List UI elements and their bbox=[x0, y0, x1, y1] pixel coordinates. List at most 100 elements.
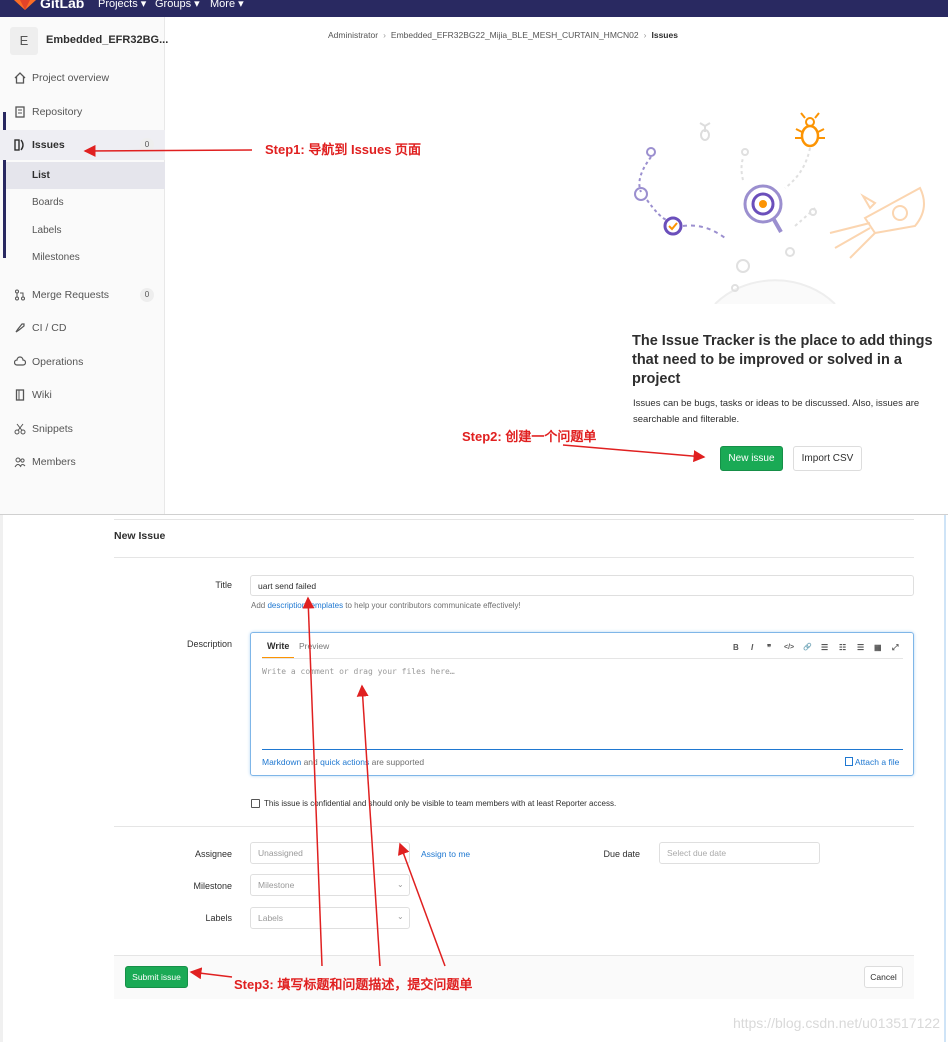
assign-to-me-label: Assign to me bbox=[421, 849, 471, 859]
cancel-button[interactable]: Cancel bbox=[864, 966, 903, 988]
attach-file-button[interactable]: Attach a file bbox=[845, 757, 899, 767]
milestone-dropdown[interactable]: Milestone bbox=[250, 874, 410, 896]
metadata-divider bbox=[114, 826, 914, 827]
nav-projects[interactable]: Projects ▾ bbox=[98, 0, 146, 10]
sidebar-subitem-label: Milestones bbox=[32, 252, 80, 263]
import-csv-button[interactable]: Import CSV bbox=[793, 446, 862, 471]
sidebar-item-label: CI / CD bbox=[32, 322, 67, 334]
breadcrumb-administrator[interactable]: Administrator bbox=[328, 30, 378, 40]
assignee-dropdown[interactable]: Unassigned bbox=[250, 842, 410, 864]
markdown-link[interactable]: Markdown bbox=[262, 757, 301, 767]
sidebar-item-ci-cd[interactable]: CI / CD bbox=[0, 313, 165, 343]
title-input[interactable]: uart send failed bbox=[250, 575, 914, 596]
issues-count-badge: 0 bbox=[140, 138, 154, 152]
book-icon bbox=[15, 106, 25, 118]
breadcrumb-issues[interactable]: Issues bbox=[651, 30, 677, 40]
milestone-label: Milestone bbox=[193, 881, 232, 891]
users-icon bbox=[14, 457, 26, 468]
sidebar-item-operations[interactable]: Operations bbox=[0, 347, 165, 377]
tab-write[interactable]: Write bbox=[267, 641, 289, 651]
form-heading: New Issue bbox=[114, 530, 166, 542]
sidebar-item-snippets[interactable]: Snippets bbox=[0, 414, 165, 444]
annotation-step2: Step2: 创建一个问题单 bbox=[462, 429, 597, 444]
title-label: Title bbox=[215, 580, 232, 590]
sidebar-item-label: Members bbox=[32, 456, 76, 468]
sidebar-subitem-boards[interactable]: Boards bbox=[6, 189, 165, 216]
sidebar-item-project-overview[interactable]: Project overview bbox=[0, 63, 165, 93]
issues-icon bbox=[14, 139, 24, 151]
quick-actions-link[interactable]: quick actions bbox=[320, 757, 369, 767]
assignee-label: Assignee bbox=[194, 849, 232, 859]
bullet-list-icon[interactable]: ☰ bbox=[821, 643, 828, 652]
top-navbar: GitLab Projects ▾ Groups ▾ More ▾ bbox=[0, 0, 948, 17]
sidebar-item-label: Issues bbox=[32, 139, 65, 151]
project-name[interactable]: Embedded_EFR32BG... bbox=[46, 34, 168, 46]
gitlab-logo-icon[interactable] bbox=[14, 0, 36, 10]
sidebar-item-label: Operations bbox=[32, 356, 84, 368]
supported-text: are supported bbox=[369, 757, 425, 767]
sidebar-item-repository[interactable]: Repository bbox=[0, 97, 165, 127]
due-date-input[interactable]: Select due date bbox=[659, 842, 820, 864]
arrow-to-new-issue bbox=[562, 444, 706, 463]
hint-suffix: to help your contributors communicate ef… bbox=[343, 601, 521, 610]
annotation-step3: Step3: 填写标题和问题描述，提交问题单 bbox=[234, 977, 473, 992]
description-textarea[interactable]: Write a comment or drag your files here… bbox=[262, 662, 903, 748]
sidebar-subitem-milestones[interactable]: Milestones bbox=[6, 244, 165, 271]
quote-icon[interactable]: ❞ bbox=[767, 643, 771, 652]
italic-icon[interactable]: I bbox=[751, 643, 753, 652]
gitlab-brand[interactable]: GitLab bbox=[40, 0, 84, 11]
sidebar-item-merge-requests[interactable]: Merge Requests 0 bbox=[0, 280, 165, 310]
panel-right-edge bbox=[944, 515, 946, 1042]
code-icon[interactable]: </> bbox=[784, 644, 794, 651]
new-issue-button[interactable]: New issue bbox=[720, 446, 783, 471]
tab-preview[interactable]: Preview bbox=[299, 641, 329, 651]
attach-file-label: Attach a file bbox=[854, 757, 900, 767]
confidential-label: This issue is confidential and should on… bbox=[264, 799, 617, 808]
image-icon bbox=[845, 757, 853, 766]
link-icon[interactable]: 🔗 bbox=[803, 643, 812, 651]
fullscreen-icon[interactable]: ⤢ bbox=[892, 643, 898, 653]
sidebar-item-wiki[interactable]: Wiki bbox=[0, 380, 165, 410]
watermark: https://blog.csdn.net/u013517122 bbox=[732, 1015, 940, 1031]
markdown-support-note: Markdown and quick actions are supported bbox=[262, 757, 424, 767]
confidential-checkbox[interactable] bbox=[251, 799, 260, 808]
sidebar-item-members[interactable]: Members bbox=[0, 447, 165, 477]
labels-dropdown[interactable]: Labels bbox=[250, 907, 410, 929]
sidebar-item-label: Merge Requests bbox=[32, 289, 110, 301]
and-text: and bbox=[301, 757, 321, 767]
labels-label: Labels bbox=[205, 913, 232, 923]
project-avatar[interactable]: E bbox=[10, 27, 38, 55]
chevron-down-icon: ⌄ bbox=[397, 880, 404, 889]
sidebar-item-issues[interactable]: Issues 0 bbox=[0, 130, 165, 160]
rocket-icon bbox=[15, 323, 25, 333]
sidebar-subitem-label: List bbox=[32, 170, 50, 181]
table-icon[interactable]: ▦ bbox=[874, 643, 882, 652]
sidebar-item-label: Repository bbox=[32, 106, 83, 118]
task-list-icon[interactable]: ☰ bbox=[857, 643, 864, 652]
top-divider bbox=[114, 519, 914, 520]
breadcrumb-project[interactable]: Embedded_EFR32BG22_Mijia_BLE_MESH_CURTAI… bbox=[391, 30, 639, 40]
sidebar-subitem-list[interactable]: List bbox=[6, 162, 165, 189]
sidebar-item-label: Wiki bbox=[32, 389, 52, 401]
merge-requests-count-badge: 0 bbox=[140, 288, 154, 302]
sidebar-subitem-label: Labels bbox=[32, 225, 62, 236]
cloud-gear-icon bbox=[14, 356, 26, 366]
sidebar-subitem-label: Boards bbox=[32, 197, 64, 208]
description-templates-link[interactable]: description templates bbox=[267, 601, 343, 610]
submit-issue-button[interactable]: Submit issue bbox=[125, 966, 188, 988]
assign-to-me-link[interactable]: Assign to me bbox=[421, 849, 470, 859]
wiki-book-icon bbox=[15, 389, 25, 401]
bold-icon[interactable]: B bbox=[733, 643, 739, 652]
annotation-step1: Step1: 导航到 Issues 页面 bbox=[265, 142, 422, 157]
due-date-label: Due date bbox=[603, 849, 640, 859]
editor-footer-divider bbox=[262, 749, 903, 750]
empty-state-title: The Issue Tracker is the place to add th… bbox=[632, 333, 933, 387]
sidebar-subitem-labels[interactable]: Labels bbox=[6, 217, 165, 244]
panel-left-edge bbox=[0, 515, 3, 1042]
issues-empty-illustration bbox=[634, 112, 925, 304]
nav-more[interactable]: More ▾ bbox=[210, 0, 244, 10]
editor-tabs-divider bbox=[262, 658, 903, 659]
numbered-list-icon[interactable]: ☷ bbox=[839, 643, 846, 652]
home-icon bbox=[14, 72, 26, 84]
nav-groups[interactable]: Groups ▾ bbox=[155, 0, 200, 10]
